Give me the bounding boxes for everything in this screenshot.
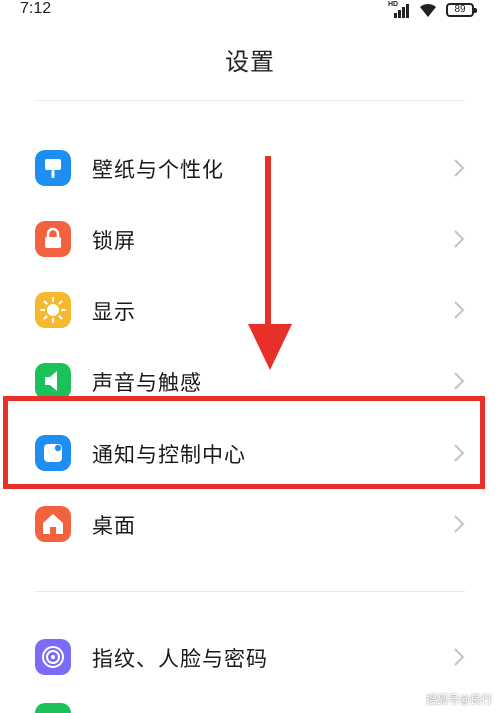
settings-item-label: 锁屏 <box>92 229 136 253</box>
settings-item-desktop[interactable]: 桌面 <box>0 491 500 557</box>
lock-icon <box>35 221 71 257</box>
settings-item-label: 显示 <box>92 300 136 324</box>
settings-item-wallpaper[interactable]: 壁纸与个性化 <box>0 135 500 201</box>
settings-item-label: 通知与控制中心 <box>92 443 246 467</box>
chevron-right-icon <box>454 648 465 666</box>
settings-item-label: 指纹、人脸与密码 <box>92 647 268 671</box>
network-badge: HD <box>388 1 399 8</box>
next-item-icon <box>35 703 71 713</box>
notification-icon <box>35 435 71 471</box>
status-icons: HD 89 <box>388 1 477 18</box>
settings-item-label: 桌面 <box>92 514 136 538</box>
settings-item-label: 声音与触感 <box>92 371 202 395</box>
settings-item-notifications[interactable]: 通知与控制中心 <box>0 420 500 486</box>
chevron-right-icon <box>454 230 465 248</box>
brightness-icon <box>35 292 71 328</box>
speaker-icon <box>35 363 71 399</box>
settings-item-lockscreen[interactable]: 锁屏 <box>0 206 500 272</box>
settings-item-security[interactable]: 指纹、人脸与密码 <box>0 624 500 690</box>
status-time: 7:12 <box>20 0 52 17</box>
watermark: 搜狐号@良行 <box>426 693 492 706</box>
wifi-icon <box>420 3 436 17</box>
status-bar: 7:12 HD 89 <box>0 0 500 22</box>
battery-icon: 89 <box>446 3 477 17</box>
signal-icon: HD <box>388 1 410 18</box>
home-icon <box>35 506 71 542</box>
settings-item-label: 壁纸与个性化 <box>92 158 224 182</box>
page-title: 设置 <box>225 48 275 76</box>
chevron-right-icon <box>454 301 465 319</box>
wallpaper-icon <box>35 150 71 186</box>
chevron-right-icon <box>454 444 465 462</box>
settings-item-display[interactable]: 显示 <box>0 277 500 343</box>
fingerprint-icon <box>35 639 71 675</box>
chevron-right-icon <box>454 159 465 177</box>
settings-item-sound[interactable]: 声音与触感 <box>0 348 500 414</box>
chevron-right-icon <box>454 372 465 390</box>
divider <box>35 591 465 592</box>
battery-level: 89 <box>454 4 466 15</box>
divider <box>35 100 465 101</box>
chevron-right-icon <box>454 515 465 533</box>
